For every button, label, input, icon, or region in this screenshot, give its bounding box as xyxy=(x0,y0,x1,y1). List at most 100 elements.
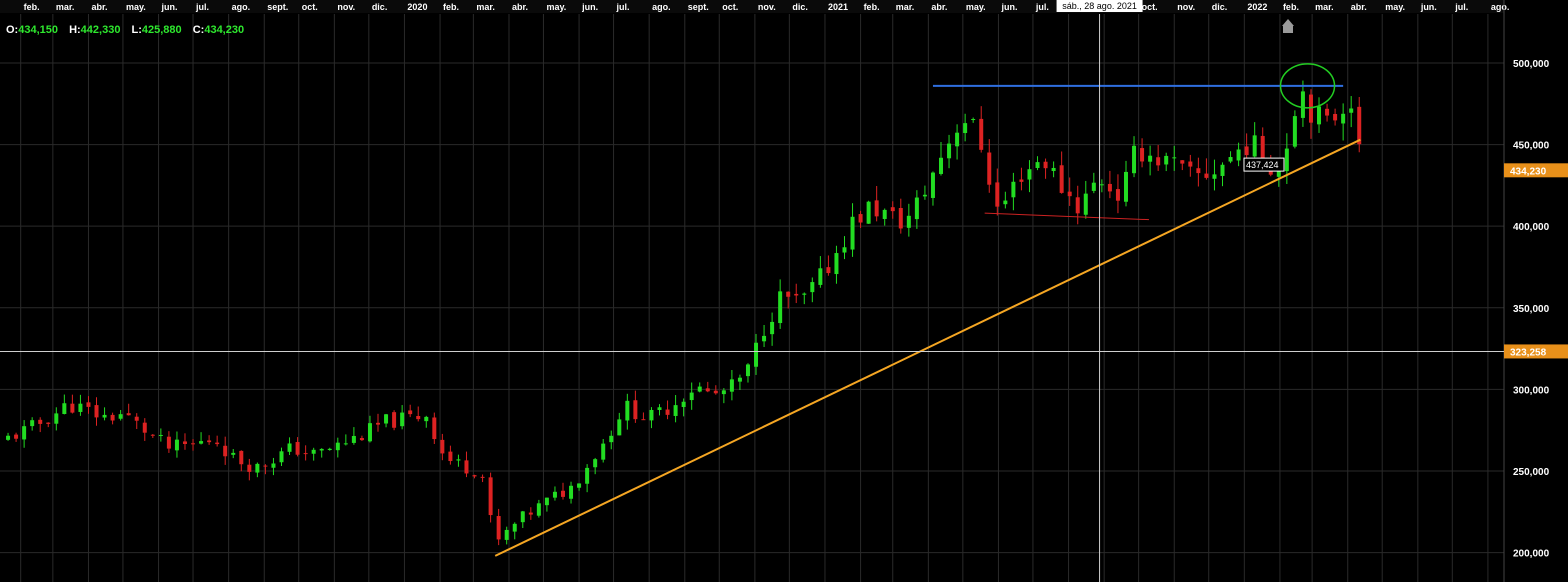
candle-body xyxy=(311,449,316,454)
x-tick-label: may. xyxy=(1385,2,1405,12)
candle-body xyxy=(207,440,212,443)
candle-body xyxy=(424,416,429,422)
candle-body xyxy=(416,416,421,420)
candle-body xyxy=(504,529,509,540)
x-tick-label: jun. xyxy=(1000,2,1017,12)
candle-body xyxy=(367,423,372,442)
x-tick-label: jul. xyxy=(1454,2,1468,12)
x-tick-label: ago. xyxy=(232,2,251,12)
candle-body xyxy=(528,512,533,515)
candle-body xyxy=(54,413,59,424)
candle-body xyxy=(979,118,984,150)
candle-body xyxy=(1252,135,1257,157)
candle-body xyxy=(86,402,91,407)
candle-body xyxy=(287,443,292,452)
candle-body xyxy=(842,247,847,253)
current-price-label: 434,230 xyxy=(1510,166,1547,177)
candle-body xyxy=(1019,179,1024,182)
candle-body xyxy=(247,464,252,472)
y-tick-label: 250,000 xyxy=(1513,467,1550,478)
candle-body xyxy=(359,438,364,441)
candle-body xyxy=(874,200,879,217)
candle-body xyxy=(1132,145,1137,174)
candle-body xyxy=(472,475,477,477)
candle-body xyxy=(552,491,557,498)
candle-body xyxy=(649,409,654,421)
candle-body xyxy=(1357,106,1362,145)
candle-body xyxy=(947,143,952,159)
x-tick-label: feb. xyxy=(24,2,40,12)
candle-body xyxy=(448,451,453,462)
candlestick-chart[interactable]: feb. mar. abr. may. jun. jul. ago. sept. oct. nov… xyxy=(0,0,1568,582)
candle-body xyxy=(22,426,27,440)
x-tick-label: dic. xyxy=(792,2,808,12)
x-tick-label: may. xyxy=(126,2,146,12)
candle-body xyxy=(1349,108,1354,113)
candle-body xyxy=(464,460,469,474)
candle-body xyxy=(697,386,702,392)
candle-body xyxy=(617,419,622,436)
candle-body xyxy=(922,194,927,197)
candle-body xyxy=(1027,169,1032,180)
candle-body xyxy=(1164,155,1169,165)
x-tick-label: ago. xyxy=(1491,2,1510,12)
x-tick-label: 2021 xyxy=(828,2,848,12)
candle-body xyxy=(46,422,51,424)
candle-body xyxy=(456,459,461,461)
candle-body xyxy=(1180,160,1185,164)
candle-body xyxy=(794,293,799,296)
candle-body xyxy=(78,403,83,412)
candle-body xyxy=(62,403,67,415)
x-tick-label: abr. xyxy=(1351,2,1367,12)
trendline-value-label: 437,424 xyxy=(1246,160,1279,170)
x-tick-label: feb. xyxy=(1283,2,1299,12)
candle-body xyxy=(681,401,686,408)
candle-body xyxy=(762,335,767,342)
crosshair-price-label: 323,258 xyxy=(1510,347,1547,358)
candle-body xyxy=(1204,173,1209,178)
x-tick-label: 2020 xyxy=(407,2,427,12)
candle-body xyxy=(866,201,871,224)
candle-body xyxy=(70,403,75,413)
candle-body xyxy=(1292,116,1297,147)
y-tick-label: 350,000 xyxy=(1513,304,1550,315)
candle-body xyxy=(665,409,670,415)
x-tick-label: mar. xyxy=(56,2,75,12)
candle-body xyxy=(1172,157,1177,159)
candle-body xyxy=(142,422,147,433)
y-tick-label: 200,000 xyxy=(1513,549,1550,560)
candle-body xyxy=(641,419,646,421)
candle-body xyxy=(729,379,734,392)
candle-body xyxy=(392,412,397,428)
candle-body xyxy=(601,443,606,460)
candle-body xyxy=(94,405,99,418)
x-tick-label: abr. xyxy=(512,2,528,12)
candle-body xyxy=(335,442,340,451)
candle-body xyxy=(569,485,574,499)
candle-body xyxy=(770,321,775,335)
candle-body xyxy=(408,410,413,415)
candle-body xyxy=(834,253,839,275)
candle-body xyxy=(255,463,260,473)
candle-body xyxy=(1115,189,1120,201)
candle-body xyxy=(657,407,662,410)
candle-body xyxy=(826,267,831,274)
candle-body xyxy=(1035,162,1040,168)
x-axis: feb. mar. abr. may. jun. jul. ago. sept. oct. nov… xyxy=(0,0,1509,13)
candle-body xyxy=(295,442,300,455)
candle-body xyxy=(955,132,960,147)
x-tick-label: 2022 xyxy=(1247,2,1267,12)
candle-body xyxy=(939,157,944,174)
x-tick-label: abr. xyxy=(91,2,107,12)
x-tick-label: jul. xyxy=(616,2,630,12)
candle-body xyxy=(1043,161,1048,169)
candle-body xyxy=(1212,174,1217,179)
candle-body xyxy=(343,443,348,445)
candle-body xyxy=(158,434,163,436)
candle-body xyxy=(914,197,919,220)
candle-body xyxy=(1196,168,1201,174)
candle-body xyxy=(930,172,935,198)
candle-body xyxy=(593,459,598,468)
candle-body xyxy=(1003,200,1008,205)
open-value: 434,150 xyxy=(18,24,58,36)
